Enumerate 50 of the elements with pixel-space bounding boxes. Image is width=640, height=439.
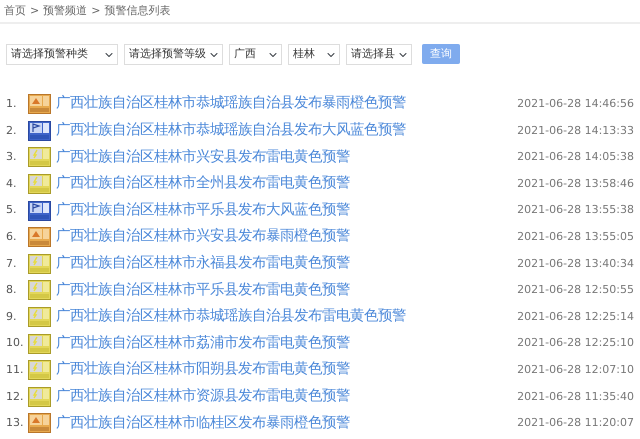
- filter-select[interactable]: 请选择县: [346, 44, 412, 65]
- timestamp: 2021-06-28 13:58:46: [517, 176, 634, 192]
- timestamp: 2021-06-28 14:46:56: [517, 96, 634, 112]
- warning-link[interactable]: 广西壮族自治区桂林市恭城瑶族自治县发布雷电黄色预警: [56, 306, 406, 328]
- timestamp: 2021-06-28 14:05:38: [517, 149, 634, 166]
- query-button[interactable]: 查询: [422, 44, 460, 64]
- list-number: 12.: [6, 388, 24, 405]
- warning-link[interactable]: 广西壮族自治区桂林市资源县发布雷电黄色预警: [56, 386, 350, 408]
- warning-link[interactable]: 广西壮族自治区桂林市全州县发布雷电黄色预警: [56, 173, 350, 195]
- warning-link[interactable]: 广西壮族自治区桂林市平乐县发布大风蓝色预警: [56, 200, 350, 222]
- timestamp: 2021-06-28 14:13:33: [517, 122, 634, 139]
- timestamp: 2021-06-28 11:35:40: [517, 388, 634, 405]
- breadcrumb-separator: >: [30, 3, 40, 19]
- timestamp: 2021-06-28 11:20:07: [517, 415, 634, 432]
- warning-link[interactable]: 广西壮族自治区桂林市平乐县发布雷电黄色预警: [56, 280, 350, 302]
- list-number: 9.: [6, 308, 18, 325]
- list-number: 1.: [6, 96, 18, 112]
- list-number: 11.: [6, 362, 24, 378]
- filter-select[interactable]: 桂林: [288, 44, 340, 65]
- warning-link[interactable]: 广西壮族自治区桂林市兴安县发布暴雨橙色预警: [56, 226, 350, 248]
- timestamp: 2021-06-28 13:55:05: [517, 229, 634, 246]
- list-number: 8.: [6, 282, 18, 298]
- timestamp: 2021-06-28 12:25:14: [517, 308, 634, 325]
- warning-link[interactable]: 广西壮族自治区桂林市永福县发布雷电黄色预警: [56, 253, 350, 275]
- list-number: 10.: [6, 335, 24, 352]
- filter-select[interactable]: 广西: [229, 44, 282, 65]
- list-number: 6.: [6, 229, 18, 246]
- list-number: 3.: [6, 149, 18, 166]
- warning-link[interactable]: 广西壮族自治区桂林市恭城瑶族自治县发布暴雨橙色预警: [56, 93, 406, 116]
- warning-link[interactable]: 广西壮族自治区桂林市恭城瑶族自治县发布大风蓝色预警: [56, 120, 406, 142]
- warning-link[interactable]: 广西壮族自治区桂林市兴安县发布雷电黄色预警: [56, 146, 350, 168]
- filter-select[interactable]: 请选择预警等级: [124, 44, 223, 65]
- list-number: 7.: [6, 256, 18, 272]
- list-number: 2.: [6, 122, 18, 139]
- list-number: 13.: [6, 415, 24, 432]
- timestamp: 2021-06-28 13:55:38: [517, 202, 634, 218]
- breadcrumb-link[interactable]: 预警信息列表: [104, 3, 170, 19]
- warning-link[interactable]: 广西壮族自治区桂林市临桂区发布暴雨橙色预警: [56, 412, 350, 434]
- timestamp: 2021-06-28 12:25:10: [517, 335, 634, 352]
- breadcrumb-separator: >: [91, 3, 100, 19]
- timestamp: 2021-06-28 13:40:34: [517, 256, 634, 272]
- breadcrumb-link[interactable]: 预警频道: [43, 3, 88, 19]
- warning-link[interactable]: 广西壮族自治区桂林市荔浦市发布雷电黄色预警: [56, 332, 350, 354]
- list-number: 5.: [6, 202, 18, 218]
- breadcrumb-link[interactable]: 首页: [4, 3, 26, 19]
- filter-select[interactable]: 请选择预警种类: [6, 44, 118, 65]
- timestamp: 2021-06-28 12:07:10: [517, 362, 634, 378]
- timestamp: 2021-06-28 12:50:55: [517, 282, 634, 298]
- warning-link[interactable]: 广西壮族自治区桂林市阳朔县发布雷电黄色预警: [56, 359, 350, 382]
- list-number: 4.: [6, 176, 18, 192]
